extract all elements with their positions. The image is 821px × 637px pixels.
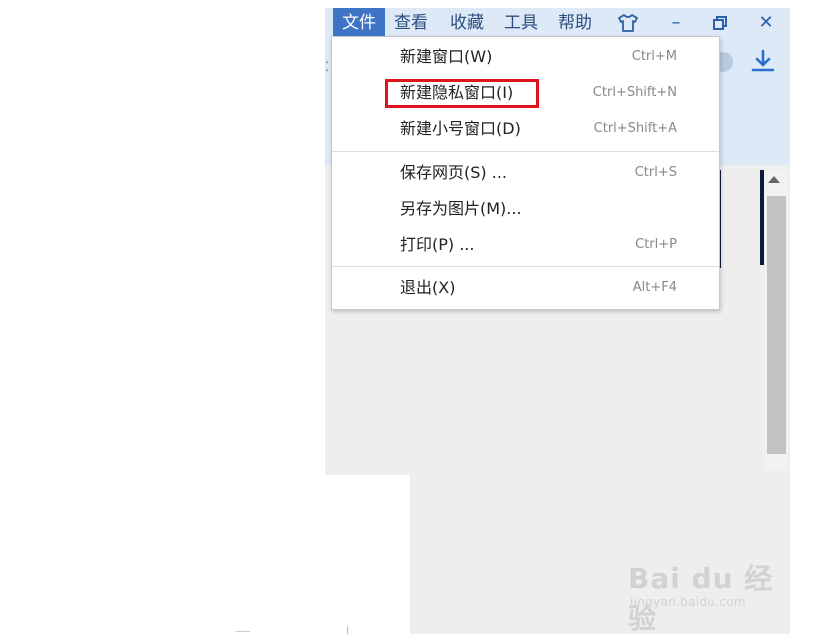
menu-item-print[interactable]: 打印(P) ... Ctrl+P [332,228,719,262]
stray-mark [236,631,250,632]
menu-item-new-alt-window[interactable]: 新建小号窗口(D) Ctrl+Shift+A [332,112,719,146]
restore-icon[interactable] [705,8,735,38]
file-dropdown-menu: 新建窗口(W) Ctrl+M 新建隐私窗口(I) Ctrl+Shift+N 新建… [331,36,720,310]
menu-item-exit[interactable]: 退出(X) Alt+F4 [332,271,719,305]
menu-item-shortcut: Ctrl+M [631,49,677,64]
menu-item-new-window[interactable]: 新建窗口(W) Ctrl+M [332,40,719,74]
menu-item-label: 打印(P) ... [400,235,475,254]
watermark-url: jingyan.baidu.com [630,595,746,609]
stray-mark [347,626,348,634]
menu-view[interactable]: 查看 [387,8,435,38]
close-icon[interactable]: ✕ [751,8,781,38]
menu-item-shortcut: Alt+F4 [632,280,677,295]
scroll-up-arrow-icon[interactable] [768,176,780,183]
menu-separator [332,266,719,267]
menu-item-label: 新建小号窗口(D) [400,119,521,138]
menu-item-shortcut: Ctrl+S [634,165,677,180]
download-icon[interactable] [750,48,776,78]
minimize-icon[interactable]: – [661,8,691,38]
menu-item-label: 退出(X) [400,278,456,297]
annotation-highlight-box [385,79,539,108]
menu-item-shortcut: Ctrl+Shift+N [592,85,677,100]
menu-favorites[interactable]: 收藏 [443,8,491,38]
menu-item-save-as-image[interactable]: 另存为图片(M)... [332,192,719,226]
menu-item-save-page[interactable]: 保存网页(S) ... Ctrl+S [332,156,719,190]
baidu-jingyan-watermark: Bai du 经验 jingyan.baidu.com [628,545,788,635]
menu-item-shortcut: Ctrl+Shift+A [593,121,677,136]
scrollbar-thumb[interactable] [767,196,786,454]
menu-help[interactable]: 帮助 [551,8,599,38]
menu-item-label: 另存为图片(M)... [400,199,522,218]
menu-separator [332,151,719,152]
skin-shirt-icon[interactable] [613,8,643,38]
menu-item-shortcut: Ctrl+P [635,237,677,252]
menu-item-label: 保存网页(S) ... [400,163,507,182]
menu-tools[interactable]: 工具 [497,8,545,38]
menu-item-label: 新建窗口(W) [400,47,493,66]
menu-file[interactable]: 文件 [333,8,385,38]
